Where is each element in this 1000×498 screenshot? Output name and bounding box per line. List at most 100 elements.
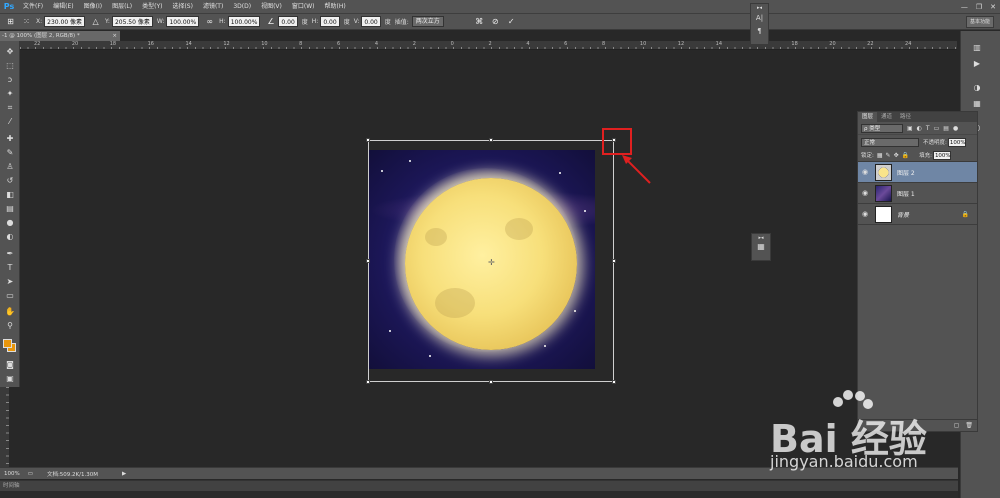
lasso-tool-icon[interactable]: ↄ	[3, 74, 17, 85]
cancel-transform-icon[interactable]: ⊘	[490, 16, 501, 27]
visibility-eye-icon[interactable]: ◉	[858, 168, 872, 176]
marquee-tool-icon[interactable]: ⬚	[3, 60, 17, 71]
swatches-panel-icon[interactable]: ▦	[971, 99, 983, 111]
h-input[interactable]: 100.00%	[227, 16, 261, 27]
layer-row[interactable]: ◉ 图层 2	[858, 162, 977, 183]
transform-handle-top[interactable]	[489, 138, 493, 142]
vskew-input[interactable]: 0.00	[361, 16, 381, 27]
w-input[interactable]: 100.00%	[166, 16, 200, 27]
smart-object-filter-icon[interactable]: ▤	[943, 125, 949, 132]
lock-transparent-icon[interactable]: ▦	[877, 152, 883, 159]
horizontal-ruler[interactable]: 222018161412108642024681012141618202224	[20, 41, 957, 50]
menu-select[interactable]: 选择(S)	[167, 0, 198, 13]
foreground-color-swatch[interactable]	[3, 339, 12, 348]
dodge-tool-icon[interactable]: ◐	[3, 231, 17, 242]
lock-position-icon[interactable]: ✥	[894, 152, 899, 159]
color-panel-icon[interactable]: ◑	[971, 83, 983, 95]
x-input[interactable]: 230.00 像素	[44, 16, 86, 27]
healing-brush-tool-icon[interactable]: ✚	[3, 133, 17, 144]
transform-handle-top-left[interactable]	[366, 138, 370, 142]
visibility-eye-icon[interactable]: ◉	[858, 210, 872, 218]
document-tab[interactable]: -1 @ 100% (图层 2, RGB/8) * ×	[0, 31, 120, 41]
menu-type[interactable]: 类型(Y)	[137, 0, 167, 13]
menu-filter[interactable]: 滤镜(T)	[198, 0, 228, 13]
history-panel-icon[interactable]: ▥	[971, 43, 983, 55]
tab-paths[interactable]: 路径	[896, 112, 915, 122]
commit-transform-icon[interactable]: ✓	[506, 16, 517, 27]
history-brush-tool-icon[interactable]: ↺	[3, 175, 17, 186]
tab-layers[interactable]: 图层	[858, 112, 878, 122]
panel-collapse-icon[interactable]: ▸◂	[752, 234, 770, 242]
path-selection-tool-icon[interactable]: ➤	[3, 276, 17, 287]
layer-row[interactable]: ◉ 背景 🔒	[858, 204, 977, 225]
visibility-eye-icon[interactable]: ◉	[858, 189, 872, 197]
filter-toggle-icon[interactable]: ●	[953, 125, 958, 132]
hskew-input[interactable]: 0.00	[320, 16, 340, 27]
crop-tool-icon[interactable]: ⌗	[3, 102, 17, 113]
adjustment-filter-icon[interactable]: ◐	[917, 125, 922, 132]
transform-center-icon[interactable]: ✛	[488, 258, 495, 267]
menu-file[interactable]: 文件(F)	[18, 0, 48, 13]
menu-layer[interactable]: 图层(L)	[107, 0, 137, 13]
transform-handle-bottom-left[interactable]	[366, 380, 370, 384]
properties-panel-icon[interactable]: ▦	[752, 242, 770, 251]
menu-image[interactable]: 图像(I)	[79, 0, 107, 13]
transform-handle-left[interactable]	[366, 259, 370, 263]
status-share-icon[interactable]: ▭	[28, 471, 33, 477]
type-filter-icon[interactable]: T	[926, 125, 930, 132]
warp-icon[interactable]: ⌘	[474, 16, 485, 27]
quick-mask-icon[interactable]: ◙	[3, 359, 17, 370]
eyedropper-tool-icon[interactable]: ⁄	[3, 116, 17, 127]
layer-kind-select[interactable]: ρ 类型	[861, 123, 903, 133]
transform-handle-right[interactable]	[612, 259, 616, 263]
blur-tool-icon[interactable]: ●	[3, 217, 17, 228]
menu-edit[interactable]: 编辑(E)	[48, 0, 78, 13]
workspace-button[interactable]: 基本功能	[965, 16, 994, 28]
menu-window[interactable]: 窗口(W)	[287, 0, 320, 13]
tab-channels[interactable]: 通道	[877, 112, 896, 122]
actions-panel-icon[interactable]: ▶	[971, 59, 983, 71]
zoom-tool-icon[interactable]: ⚲	[3, 320, 17, 331]
magic-wand-tool-icon[interactable]: ✦	[3, 88, 17, 99]
menu-view[interactable]: 视图(V)	[256, 0, 287, 13]
delete-layer-icon[interactable]: 🗑	[965, 422, 973, 429]
tab-close-icon[interactable]: ×	[112, 31, 117, 41]
shape-tool-icon[interactable]: ▭	[3, 290, 17, 301]
pixel-filter-icon[interactable]: ▣	[907, 125, 913, 132]
delta-icon[interactable]: △	[90, 16, 101, 27]
timeline-panel[interactable]: 时间轴	[0, 480, 958, 491]
lock-image-icon[interactable]: ✎	[886, 152, 891, 159]
transform-handle-bottom[interactable]	[489, 380, 493, 384]
gradient-tool-icon[interactable]: ▤	[3, 203, 17, 214]
hand-tool-icon[interactable]: ✋	[3, 306, 17, 317]
paragraph-panel-icon[interactable]: ¶	[751, 25, 768, 38]
zoom-level[interactable]: 100%	[4, 471, 20, 477]
move-tool-icon[interactable]: ✥	[3, 46, 17, 57]
type-tool-icon[interactable]: T	[3, 262, 17, 273]
close-button[interactable]: ✕	[990, 3, 996, 11]
clone-stamp-tool-icon[interactable]: ♙	[3, 161, 17, 172]
blend-mode-select[interactable]: 正常	[861, 137, 919, 147]
tool-preset-icon[interactable]: ⊞	[5, 16, 16, 27]
screen-mode-icon[interactable]: ▣	[3, 373, 17, 384]
vertical-ruler[interactable]	[0, 387, 9, 467]
link-icon[interactable]: ∞	[204, 16, 215, 27]
panel-collapse-icon[interactable]: ▸◂	[751, 4, 768, 12]
brush-tool-icon[interactable]: ✎	[3, 147, 17, 158]
fill-input[interactable]: 100%	[932, 150, 951, 160]
eraser-tool-icon[interactable]: ◧	[3, 189, 17, 200]
restore-button[interactable]: ❐	[976, 3, 982, 11]
lock-all-icon[interactable]: 🔒	[902, 152, 909, 159]
opacity-input[interactable]: 100%	[947, 137, 966, 147]
reference-point-icon[interactable]: ⁙	[21, 16, 32, 27]
y-input[interactable]: 205.50 像素	[111, 16, 153, 27]
shape-filter-icon[interactable]: ▭	[934, 125, 940, 132]
transform-handle-bottom-right[interactable]	[612, 380, 616, 384]
interpolation-select[interactable]: 两次立方	[411, 16, 444, 27]
angle-input[interactable]: 0.00	[278, 16, 298, 27]
menu-3d[interactable]: 3D(D)	[228, 0, 256, 13]
layer-row[interactable]: ◉ 图层 1	[858, 183, 977, 204]
pen-tool-icon[interactable]: ✒	[3, 248, 17, 259]
minimize-button[interactable]: —	[961, 3, 968, 11]
menu-help[interactable]: 帮助(H)	[320, 0, 351, 13]
